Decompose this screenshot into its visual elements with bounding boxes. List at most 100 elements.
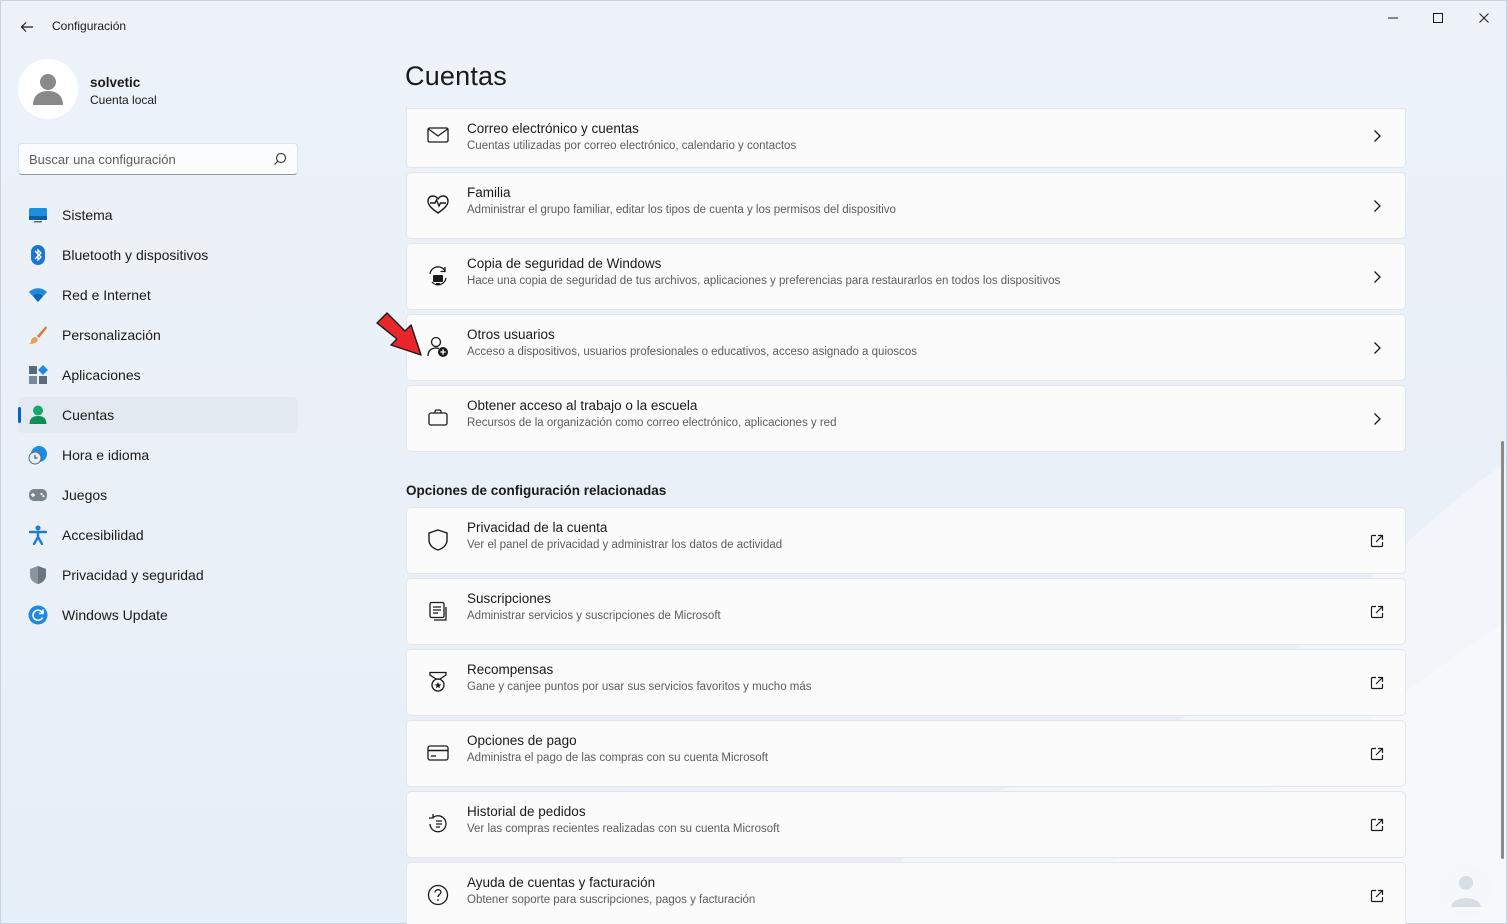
setting-description: Ver las compras recientes realizadas con…	[467, 823, 780, 835]
title-bar: Configuración	[1, 1, 1506, 51]
sidebar-item-label: Juegos	[62, 487, 108, 503]
shield-icon	[28, 565, 48, 585]
apps-icon	[28, 365, 48, 385]
history-icon	[427, 813, 449, 835]
setting-title: Privacidad de la cuenta	[467, 520, 608, 535]
maximize-button[interactable]	[1415, 1, 1461, 35]
sidebar-item-bluetooth[interactable]: Bluetooth y dispositivos	[18, 237, 298, 273]
related-card-opciones-pago[interactable]: Opciones de pago Administra el pago de l…	[406, 720, 1406, 787]
open-external-icon	[1367, 531, 1387, 551]
app-title: Configuración	[52, 19, 127, 33]
chevron-right-icon	[1367, 338, 1387, 358]
subscriptions-icon	[427, 600, 449, 622]
setting-title: Obtener acceso al trabajo o la escuela	[467, 398, 698, 413]
related-card-suscripciones[interactable]: Suscripciones Administrar servicios y su…	[406, 578, 1406, 645]
setting-card-email[interactable]: Correo electrónico y cuentas Cuentas uti…	[406, 108, 1406, 168]
close-icon	[1479, 13, 1489, 23]
sidebar-item-label: Red e Internet	[62, 287, 151, 303]
setting-title: Suscripciones	[467, 591, 552, 606]
page-title: Cuentas	[405, 61, 507, 91]
setting-description: Gane y canjee puntos por usar sus servic…	[467, 681, 812, 693]
accessibility-icon	[28, 525, 48, 545]
maximize-icon	[1433, 13, 1443, 23]
setting-description: Cuentas utilizadas por correo electrónic…	[467, 140, 797, 152]
back-button[interactable]	[13, 13, 41, 41]
setting-title: Otros usuarios	[467, 327, 555, 342]
setting-description: Obtener soporte para suscripciones, pago…	[467, 894, 756, 906]
setting-description: Ver el panel de privacidad y administrar…	[467, 539, 783, 551]
user-silhouette-icon	[33, 74, 63, 105]
setting-title: Historial de pedidos	[467, 804, 586, 819]
sidebar-item-juegos[interactable]: Juegos	[18, 477, 298, 513]
sidebar-item-label: Bluetooth y dispositivos	[62, 247, 209, 263]
search-input[interactable]	[19, 144, 259, 174]
chevron-right-icon	[1367, 409, 1387, 429]
sidebar-item-label: Hora e idioma	[62, 447, 150, 463]
sidebar-item-label: Accesibilidad	[62, 527, 144, 543]
clock-globe-icon	[28, 445, 48, 465]
help-icon	[427, 884, 449, 906]
related-card-recompensas[interactable]: Recompensas Gane y canjee puntos por usa…	[406, 649, 1406, 716]
account-icon	[28, 405, 48, 425]
related-card-privacidad[interactable]: Privacidad de la cuenta Ver el panel de …	[406, 507, 1406, 574]
sidebar-item-label: Privacidad y seguridad	[62, 567, 204, 583]
setting-description: Acceso a dispositivos, usuarios profesio…	[467, 346, 918, 358]
wifi-icon	[28, 285, 48, 305]
setting-title: Opciones de pago	[467, 733, 577, 748]
sidebar-item-personalizacion[interactable]: Personalización	[18, 317, 298, 353]
user-name: solvetic	[90, 75, 141, 90]
related-settings-list: Privacidad de la cuenta Ver el panel de …	[406, 507, 1406, 924]
open-external-icon	[1367, 673, 1387, 693]
search-box[interactable]	[18, 143, 298, 175]
scrollbar-thumb[interactable]	[1501, 441, 1504, 859]
search-icon[interactable]	[273, 152, 287, 166]
setting-card-familia[interactable]: Familia Administrar el grupo familiar, e…	[406, 172, 1406, 239]
back-arrow-icon	[20, 22, 33, 32]
watermark-logo	[1440, 865, 1492, 917]
minimize-button[interactable]	[1370, 1, 1416, 35]
setting-description: Hace una copia de seguridad de tus archi…	[467, 275, 1061, 287]
related-card-ayuda-facturacion[interactable]: Ayuda de cuentas y facturación Obtener s…	[406, 862, 1406, 924]
chevron-right-icon	[1367, 126, 1387, 146]
sidebar-item-sistema[interactable]: Sistema	[18, 197, 298, 233]
setting-card-backup[interactable]: Copia de seguridad de Windows Hace una c…	[406, 243, 1406, 310]
mail-icon	[427, 124, 449, 146]
update-icon	[28, 605, 48, 625]
setting-title: Recompensas	[467, 662, 554, 677]
credit-card-icon	[427, 742, 449, 764]
briefcase-icon	[427, 407, 449, 429]
sidebar-item-hora[interactable]: Hora e idioma	[18, 437, 298, 473]
sidebar-item-label: Sistema	[62, 207, 113, 223]
brush-icon	[28, 325, 48, 345]
sidebar-item-aplicaciones[interactable]: Aplicaciones	[18, 357, 298, 393]
setting-title: Copia de seguridad de Windows	[467, 256, 662, 271]
open-external-icon	[1367, 744, 1387, 764]
sidebar-item-red[interactable]: Red e Internet	[18, 277, 298, 313]
related-card-historial-pedidos[interactable]: Historial de pedidos Ver las compras rec…	[406, 791, 1406, 858]
sidebar-item-accesibilidad[interactable]: Accesibilidad	[18, 517, 298, 553]
setting-title: Ayuda de cuentas y facturación	[467, 875, 656, 890]
avatar[interactable]	[18, 59, 78, 119]
close-button[interactable]	[1461, 1, 1507, 35]
sidebar-item-label: Windows Update	[62, 607, 168, 623]
settings-list: Correo electrónico y cuentas Cuentas uti…	[406, 108, 1406, 456]
shield-outline-icon	[427, 529, 449, 551]
sidebar-item-privacidad[interactable]: Privacidad y seguridad	[18, 557, 298, 593]
gamepad-icon	[28, 485, 48, 505]
setting-description: Administrar el grupo familiar, editar lo…	[467, 204, 896, 216]
open-external-icon	[1367, 886, 1387, 906]
chevron-right-icon	[1367, 196, 1387, 216]
minimize-icon	[1388, 17, 1398, 19]
bluetooth-icon	[28, 245, 48, 265]
account-type: Cuenta local	[90, 93, 157, 107]
setting-description: Administra el pago de las compras con su…	[467, 752, 769, 764]
setting-card-otros-usuarios[interactable]: Otros usuarios Acceso a dispositivos, us…	[406, 314, 1406, 381]
monitor-icon	[28, 205, 48, 225]
sidebar-item-label: Cuentas	[62, 407, 115, 423]
sidebar-item-windows-update[interactable]: Windows Update	[18, 597, 298, 633]
rewards-icon	[427, 671, 449, 693]
open-external-icon	[1367, 602, 1387, 622]
chevron-right-icon	[1367, 267, 1387, 287]
sidebar-item-cuentas[interactable]: Cuentas	[18, 397, 298, 433]
setting-card-trabajo-escuela[interactable]: Obtener acceso al trabajo o la escuela R…	[406, 385, 1406, 452]
